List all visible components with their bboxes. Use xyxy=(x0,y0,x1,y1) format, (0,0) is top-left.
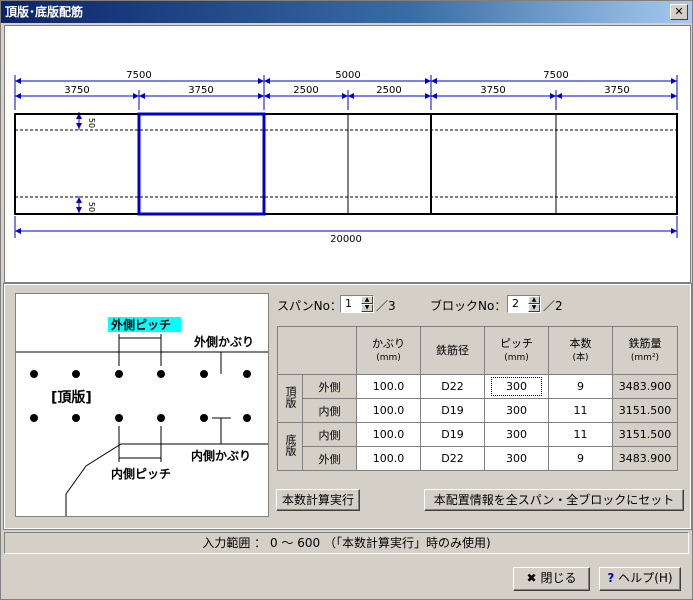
table-header-row: かぶり (mm) 鉄筋径 ピッチ (mm) 本数 (本) 鉄筋量 (mm²) xyxy=(277,326,678,375)
row-side: 外側 xyxy=(302,446,357,471)
calc-count-button[interactable]: 本数計算実行 xyxy=(276,489,360,511)
plan-svg: 7500 5000 7500 3750 3750 2500 2500 3750 … xyxy=(14,70,678,245)
dim-block: 2500 xyxy=(293,85,318,96)
span-selector: スパンNo： xyxy=(277,297,342,314)
rebar-dots-outer xyxy=(30,370,251,378)
cover-dim-top: 50 xyxy=(87,118,96,128)
header-amount: 鉄筋量 (mm²) xyxy=(612,326,678,375)
count-cell[interactable]: 11 xyxy=(548,398,613,423)
pitch-cell[interactable]: 300 xyxy=(484,422,549,447)
section-illustration: 外側ピッチ 外側かぶり [頂版] 内側ピッチ 内側かぶり xyxy=(15,293,269,517)
span-spinner[interactable]: 1 ▲ ▼ xyxy=(340,295,374,313)
header-cover: かぶり (mm) xyxy=(356,326,421,375)
table-row: 外側 100.0 D22 300 9 3483.900 xyxy=(278,446,678,471)
table-row: 頂版 外側 100.0 D22 300 9 3483.900 xyxy=(277,374,678,423)
window-title: 頂版･底版配筋 xyxy=(5,5,84,19)
pitch-cell[interactable]: 300 xyxy=(484,374,549,399)
slab-outline xyxy=(14,113,678,215)
block-selector: ブロックNo： xyxy=(430,297,506,314)
pitch-cell[interactable]: 300 xyxy=(484,446,549,471)
header-blank xyxy=(277,326,357,375)
dim-block: 3750 xyxy=(64,85,89,96)
help-button-label: ヘルプ(H) xyxy=(618,571,673,585)
section-labels: 外側ピッチ 外側かぶり [頂版] 内側ピッチ 内側かぶり xyxy=(51,317,254,481)
dim-span-2: 5000 xyxy=(335,70,360,81)
dim-block: 3750 xyxy=(480,85,505,96)
count-cell[interactable]: 11 xyxy=(548,422,613,447)
table-row: 底版 内側 100.0 D19 300 11 3151.500 xyxy=(277,422,678,471)
header-count: 本数 (本) xyxy=(548,326,613,375)
dialog-window: 頂版･底版配筋 ✕ 7500 5000 7500 3750 3750 2500 … xyxy=(0,0,693,600)
rebar-table: かぶり (mm) 鉄筋径 ピッチ (mm) 本数 (本) 鉄筋量 (mm²) 頂版 外側… xyxy=(277,326,678,471)
spin-down-icon[interactable]: ▼ xyxy=(361,304,373,312)
header-diameter: 鉄筋径 xyxy=(420,326,485,375)
dim-total: 20000 xyxy=(330,234,362,245)
cover-cell[interactable]: 100.0 xyxy=(356,422,421,447)
amount-cell: 3483.900 xyxy=(612,374,678,399)
title-bar[interactable]: 頂版･底版配筋 ✕ xyxy=(1,1,692,23)
row-side: 内側 xyxy=(302,422,357,447)
outer-cover-label: 外側かぶり xyxy=(194,334,254,349)
amount-cell: 3151.500 xyxy=(612,398,678,423)
spin-down-icon[interactable]: ▼ xyxy=(528,304,540,312)
spin-up-icon[interactable]: ▲ xyxy=(528,296,540,304)
help-icon: ? xyxy=(607,571,615,585)
table-row: 内側 100.0 D19 300 11 3151.500 xyxy=(278,398,678,423)
cover-cell[interactable]: 100.0 xyxy=(356,398,421,423)
close-icon[interactable]: ✕ xyxy=(670,4,688,20)
pitch-markers xyxy=(118,334,231,462)
amount-cell: 3151.500 xyxy=(612,422,678,447)
dim-span-1: 7500 xyxy=(126,70,151,81)
span-label: スパンNo： xyxy=(277,299,342,313)
row-side: 内側 xyxy=(302,398,357,423)
dim-block: 2500 xyxy=(376,85,401,96)
count-cell[interactable]: 9 xyxy=(548,446,613,471)
spin-up-icon[interactable]: ▲ xyxy=(361,296,373,304)
pitch-cell[interactable]: 300 xyxy=(484,398,549,423)
group-top-slab: 頂版 xyxy=(277,374,303,423)
block-total: ／2 xyxy=(543,299,563,313)
dim-block: 3750 xyxy=(604,85,629,96)
slab-label: [頂版] xyxy=(51,389,92,406)
diameter-cell[interactable]: D22 xyxy=(420,446,485,471)
diameter-cell[interactable]: D19 xyxy=(420,398,485,423)
header-pitch: ピッチ (mm) xyxy=(484,326,549,375)
section-svg: 外側ピッチ 外側かぶり [頂版] 内側ピッチ 内側かぶり xyxy=(16,317,268,516)
inner-pitch-label: 内側ピッチ xyxy=(111,466,171,481)
selected-block[interactable] xyxy=(137,112,266,216)
apply-all-button[interactable]: 本配置情報を全スパン・全ブロックにセット xyxy=(424,489,684,511)
help-button[interactable]: ? ヘルプ(H) xyxy=(599,567,681,591)
row-side: 外側 xyxy=(302,374,357,399)
amount-cell: 3483.900 xyxy=(612,446,678,471)
dimension-arrows xyxy=(15,78,677,234)
block-value: 2 xyxy=(512,297,519,310)
cover-dim-bottom: 50 xyxy=(87,202,96,212)
close-button-label: 閉じる xyxy=(540,571,577,585)
diameter-cell[interactable]: D22 xyxy=(420,374,485,399)
status-bar: 入力範囲 ： 0 ～ 600 （「本数計算実行」時のみ使用) xyxy=(4,532,689,554)
span-value: 1 xyxy=(345,297,352,310)
close-button[interactable]: ✖ 閉じる xyxy=(513,567,590,591)
outer-pitch-label: 外側ピッチ xyxy=(111,317,171,332)
group-bottom-slab: 底版 xyxy=(277,422,303,471)
cover-cell[interactable]: 100.0 xyxy=(356,446,421,471)
count-cell[interactable]: 9 xyxy=(548,374,613,399)
dim-span-3: 7500 xyxy=(543,70,568,81)
span-total: ／3 xyxy=(376,299,396,313)
diameter-cell[interactable]: D19 xyxy=(420,422,485,447)
block-label: ブロックNo： xyxy=(430,299,507,313)
dim-block: 3750 xyxy=(188,85,213,96)
plan-diagram: 7500 5000 7500 3750 3750 2500 2500 3750 … xyxy=(4,25,691,283)
settings-panel: 外側ピッチ 外側かぶり [頂版] 内側ピッチ 内側かぶり スパンNo： 1 ▲ ▼… xyxy=(3,283,692,530)
close-x-icon: ✖ xyxy=(526,571,537,585)
block-spinner[interactable]: 2 ▲ ▼ xyxy=(507,295,541,313)
inner-cover-label: 内側かぶり xyxy=(191,448,251,463)
cover-cell[interactable]: 100.0 xyxy=(356,374,421,399)
